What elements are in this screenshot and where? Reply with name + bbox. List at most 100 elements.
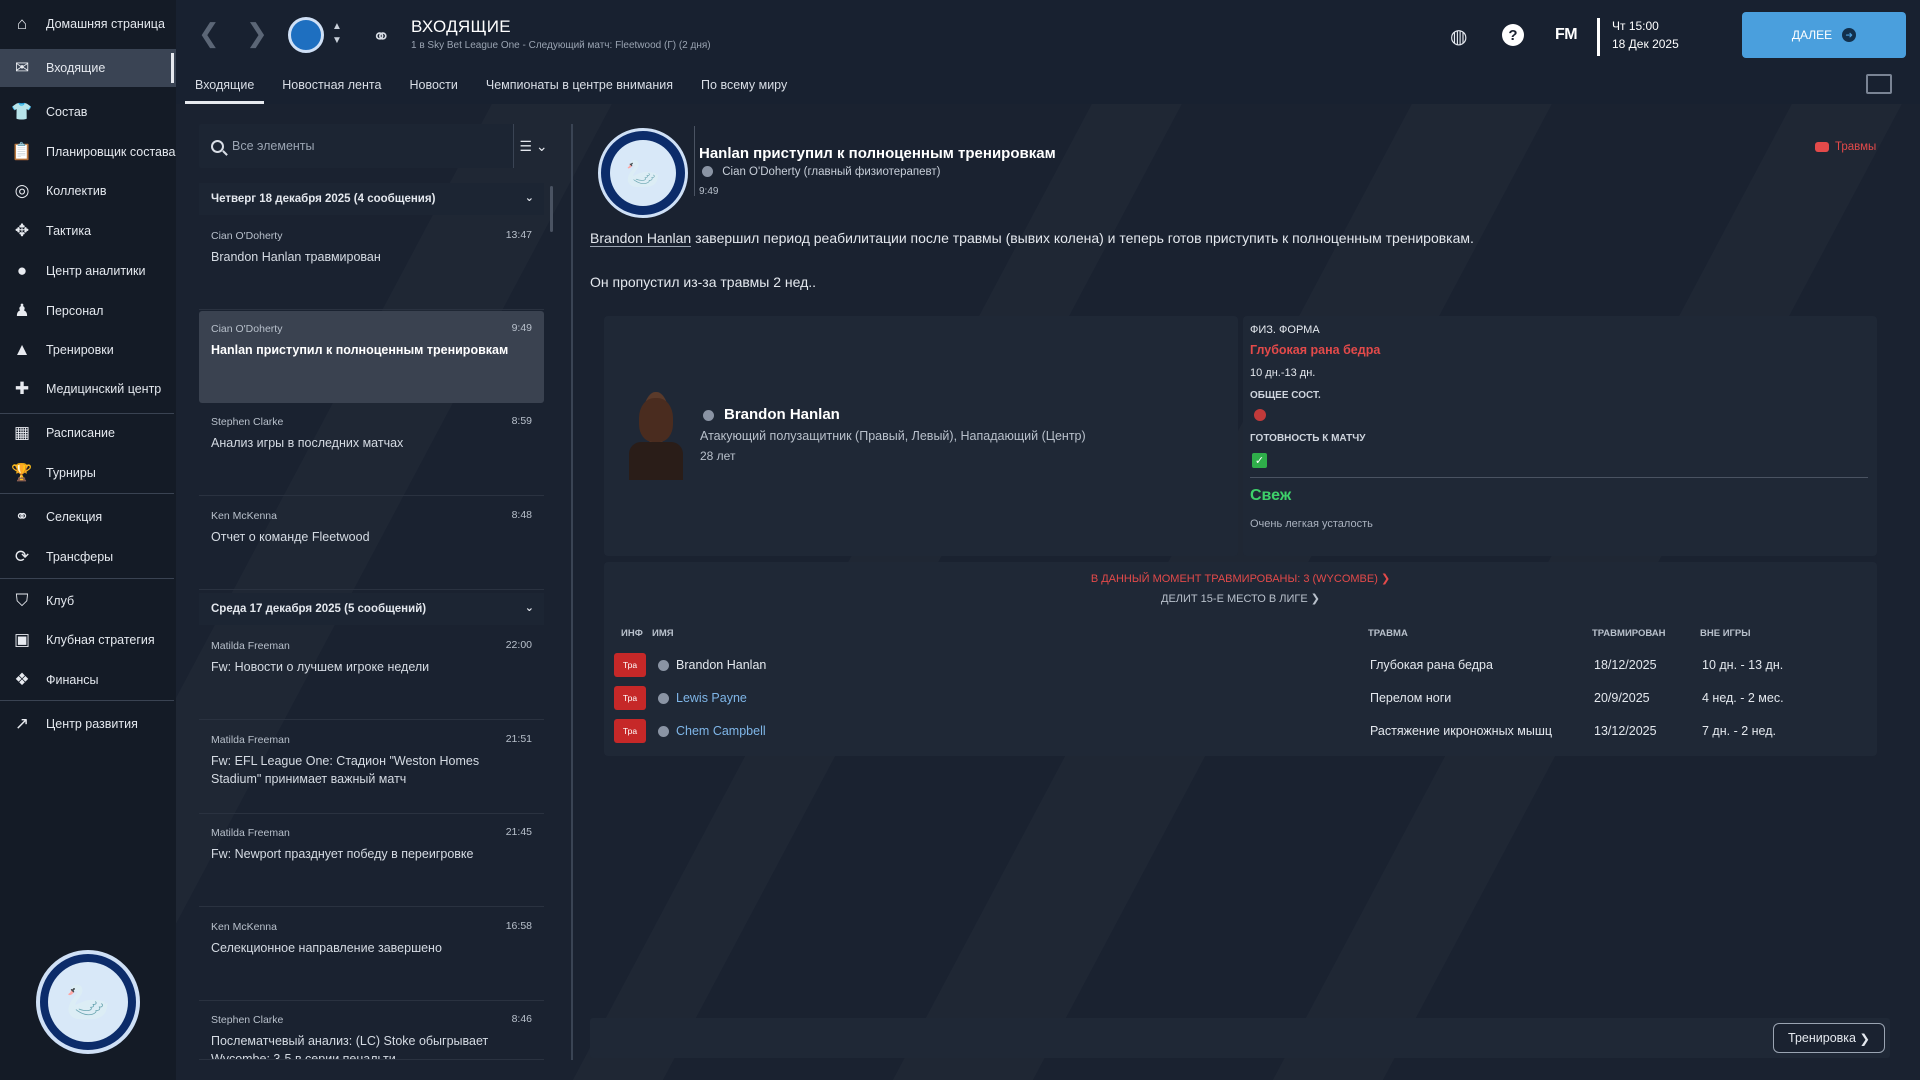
club-badge-icon[interactable]: 🦢 — [36, 950, 140, 1054]
player-link[interactable]: Brandon Hanlan — [590, 230, 692, 247]
search-box[interactable] — [199, 124, 513, 168]
sidebar-divider — [0, 700, 174, 701]
player-name-link[interactable]: Chem Campbell — [676, 724, 766, 738]
continue-button[interactable]: ДАЛЕЕ ➜ — [1742, 12, 1906, 58]
back-arrow-icon[interactable]: ❮ — [198, 18, 220, 49]
training-button[interactable]: Тренировка ❯ — [1773, 1023, 1885, 1053]
list-scrollbar[interactable] — [550, 186, 553, 232]
link-label: ДЕЛИТ 15-Е МЕСТО В ЛИГЕ — [1161, 593, 1308, 605]
calendar-icon: ▦ — [13, 423, 31, 442]
sidebar-item-schedule[interactable]: ▦ Расписание — [0, 414, 176, 452]
sidebar-item-label: Персонал — [46, 304, 104, 318]
sidebar-item-analytics[interactable]: ● Центр аналитики — [0, 252, 176, 290]
article-author[interactable]: Cian O'Doherty (главный физиотерапевт) — [702, 166, 941, 178]
message-item[interactable]: Matilda Freeman 21:51 Fw: EFL League One… — [199, 722, 544, 814]
message-item[interactable]: Ken McKenna 16:58 Селекционное направлен… — [199, 909, 544, 1001]
message-item-selected[interactable]: Cian O'Doherty 9:49 Hanlan приступил к п… — [199, 311, 544, 403]
player-name[interactable]: Brandon Hanlan — [676, 658, 766, 672]
training-label: Тренировка — [1788, 1031, 1856, 1045]
sidebar-item-inbox[interactable]: ✉ Входящие — [0, 49, 176, 87]
tab-world[interactable]: По всему миру — [691, 72, 797, 104]
current-date: 18 Дек 2025 — [1612, 37, 1679, 51]
table-row[interactable]: Тра Brandon Hanlan Глубокая рана бедра 1… — [614, 649, 1868, 682]
message-sender: Stephen Clarke — [211, 416, 284, 428]
injury-badge: Тра — [614, 686, 646, 710]
sidebar-item-label: Планировщик состава — [46, 145, 176, 159]
sidebar-item-club-vision[interactable]: ▣ Клубная стратегия — [0, 621, 176, 659]
person-icon — [702, 166, 713, 178]
message-sender: Matilda Freeman — [211, 640, 290, 652]
league-position-link[interactable]: ДЕЛИТ 15-Е МЕСТО В ЛИГЕ ❯ — [604, 592, 1877, 605]
message-item[interactable]: Cian O'Doherty 13:47 Brandon Hanlan трав… — [199, 218, 544, 310]
current-injuries-link[interactable]: В ДАННЫЙ МОМЕНТ ТРАВМИРОВАНЫ: 3 (WYCOMBE… — [604, 572, 1877, 585]
sidebar-item-staff[interactable]: ♟ Персонал — [0, 292, 176, 330]
next-match-subtitle[interactable]: 1 в Sky Bet League One - Следующий матч:… — [411, 40, 711, 51]
club-switch-badge-icon[interactable] — [288, 17, 324, 53]
injury-category-tag[interactable]: Травмы — [1815, 141, 1876, 153]
message-subject: Анализ игры в последних матчах — [211, 436, 404, 450]
message-item[interactable]: Ken McKenna 8:48 Отчет о команде Fleetwo… — [199, 498, 544, 590]
message-group-header[interactable]: Среда 17 декабря 2025 (5 сообщений) ⌄ — [199, 593, 544, 625]
help-icon[interactable]: ? — [1502, 24, 1524, 46]
col-header-injury[interactable]: ТРАВМА — [1368, 628, 1408, 639]
message-sender: Stephen Clarke — [211, 1014, 284, 1026]
readiness-check-icon: ✓ — [1252, 453, 1267, 468]
sidebar-item-tactics[interactable]: ✥ Тактика — [0, 212, 176, 250]
sidebar-item-transfers[interactable]: ⟳ Трансферы — [0, 538, 176, 576]
message-item[interactable]: Stephen Clarke 8:59 Анализ игры в послед… — [199, 404, 544, 496]
sidebar-item-label: Селекция — [46, 510, 103, 524]
trophy-icon: 🏆 — [11, 463, 33, 482]
table-row[interactable]: Тра Lewis Payne Перелом ноги 20/9/2025 4… — [614, 682, 1868, 715]
tab-inbox[interactable]: Входящие — [185, 72, 265, 104]
col-header-injured-date[interactable]: ТРАВМИРОВАН — [1592, 628, 1665, 639]
table-row[interactable]: Тра Chem Campbell Растяжение икроножных … — [614, 715, 1868, 748]
out-duration: 4 нед. - 2 мес. — [1702, 691, 1784, 705]
monitor-icon[interactable] — [1866, 74, 1892, 94]
sidebar-item-squad-planner[interactable]: 📋 Планировщик состава — [0, 133, 176, 171]
player-name-link[interactable]: Lewis Payne — [676, 691, 747, 705]
sidebar-item-dynamics[interactable]: ◎ Коллектив — [0, 172, 176, 210]
article-time: 9:49 — [699, 186, 719, 197]
sidebar-item-squad[interactable]: 👕 Состав — [0, 93, 176, 131]
player-name[interactable]: Brandon Hanlan — [724, 406, 840, 423]
sidebar-item-development[interactable]: ↗ Центр развития — [0, 705, 176, 743]
binoculars-icon[interactable]: ⚭ — [372, 24, 390, 50]
tab-spotlight[interactable]: Чемпионаты в центре внимания — [476, 72, 683, 104]
tab-bar: Входящие Новостная лента Новости Чемпион… — [185, 72, 805, 104]
continue-arrow-icon: ➜ — [1842, 28, 1857, 42]
clipboard-icon: 📋 — [11, 142, 33, 161]
col-header-name[interactable]: ИМЯ — [652, 628, 674, 639]
group-label: Среда 17 декабря 2025 (5 сообщений) — [211, 603, 427, 615]
search-input[interactable] — [232, 139, 492, 153]
filter-menu-icon[interactable]: ☰ ⌄ — [513, 124, 553, 168]
sidebar-item-home[interactable]: ⌂ Домашняя страница — [0, 5, 176, 43]
current-time: Чт 15:00 — [1612, 19, 1659, 33]
col-header-info[interactable]: ИНФ — [621, 628, 643, 639]
message-sender: Matilda Freeman — [211, 734, 290, 746]
sidebar-item-finances[interactable]: ❖ Финансы — [0, 661, 176, 699]
club-switch-arrows-icon[interactable]: ▲ ▼ — [332, 20, 342, 48]
message-group-header[interactable]: Четверг 18 декабря 2025 (4 сообщения) ⌄ — [199, 183, 544, 215]
link-label: В ДАННЫЙ МОМЕНТ ТРАВМИРОВАНЫ: 3 (WYCOMBE… — [1090, 573, 1378, 585]
mail-icon: ✉ — [14, 58, 30, 77]
tab-news[interactable]: Новости — [399, 72, 467, 104]
finance-icon: ❖ — [14, 670, 30, 689]
sidebar-item-competitions[interactable]: 🏆 Турниры — [0, 454, 176, 492]
forward-arrow-icon[interactable]: ❯ — [246, 18, 268, 49]
world-icon[interactable]: ◍ — [1450, 24, 1467, 49]
player-photo[interactable] — [625, 392, 687, 480]
sidebar-item-medical[interactable]: ✚ Медицинский центр — [0, 370, 176, 408]
tag-label: Травмы — [1835, 141, 1877, 153]
message-item[interactable]: Matilda Freeman 22:00 Fw: Новости о лучш… — [199, 628, 544, 720]
bandage-icon — [1815, 142, 1829, 152]
fm-logo[interactable]: FM — [1555, 26, 1578, 44]
sidebar-item-label: Турниры — [46, 466, 96, 480]
col-header-out[interactable]: ВНЕ ИГРЫ — [1700, 628, 1751, 639]
sidebar-item-scouting[interactable]: ⚭ Селекция — [0, 498, 176, 536]
message-item[interactable]: Stephen Clarke 8:46 Послематчевый анализ… — [199, 1002, 544, 1060]
message-item[interactable]: Matilda Freeman 21:45 Fw: Newport праздн… — [199, 815, 544, 907]
sidebar-item-club[interactable]: ⛉ Клуб — [0, 582, 176, 620]
message-time: 13:47 — [505, 229, 532, 241]
sidebar-item-training[interactable]: ▲ Тренировки — [0, 331, 176, 369]
tab-news-feed[interactable]: Новостная лента — [272, 72, 391, 104]
